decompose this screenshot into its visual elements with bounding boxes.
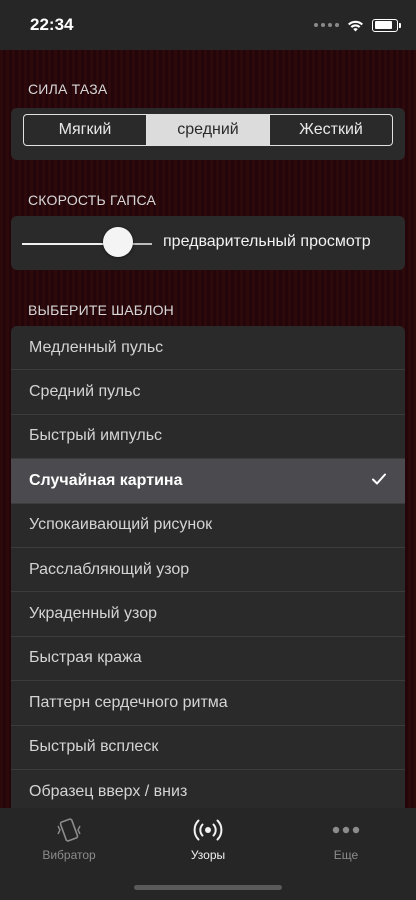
home-indicator xyxy=(134,885,282,890)
tab-vibrator[interactable]: Вибратор xyxy=(0,808,138,868)
pattern-row[interactable]: Средний пульс xyxy=(11,370,405,415)
strength-option-hard[interactable]: Жесткий xyxy=(269,115,392,145)
pattern-label: Украденный узор xyxy=(29,605,157,623)
pattern-row[interactable]: Медленный пульс xyxy=(11,326,405,371)
tab-vibrator-label: Вибратор xyxy=(42,848,96,862)
pattern-label: Случайная картина xyxy=(29,471,183,489)
vibrate-phone-icon xyxy=(57,818,81,842)
status-icons xyxy=(314,15,401,35)
strength-header: СИЛА ТАЗА xyxy=(28,81,108,97)
pattern-row[interactable]: Расслабляющий узор xyxy=(11,548,405,593)
speed-slider-thumb[interactable] xyxy=(103,227,134,257)
speed-header: СКОРОСТЬ ГАПСА xyxy=(28,192,157,208)
pattern-label: Средний пульс xyxy=(29,383,141,401)
pattern-header: ВЫБЕРИТЕ ШАБЛОН xyxy=(28,302,174,318)
strength-option-soft[interactable]: Мягкий xyxy=(24,115,146,145)
cellular-signal-icon xyxy=(314,23,339,27)
pattern-row[interactable]: Образец вверх / вниз xyxy=(11,770,405,808)
strength-segmented-control: Мягкий средний Жесткий xyxy=(23,114,393,146)
pattern-row[interactable]: Случайная картина xyxy=(11,459,405,504)
pattern-label: Быстрая кража xyxy=(29,649,142,667)
pattern-label: Успокаивающий рисунок xyxy=(29,516,213,534)
pattern-list: Медленный пульс Средний пульс Быстрый им… xyxy=(11,326,405,808)
pattern-label: Образец вверх / вниз xyxy=(29,782,188,800)
pattern-label: Быстрый всплеск xyxy=(29,738,159,756)
pattern-row[interactable]: Украденный узор xyxy=(11,592,405,637)
pattern-label: Паттерн сердечного ритма xyxy=(29,693,228,711)
radio-waves-icon xyxy=(193,819,223,841)
more-dots-icon xyxy=(332,826,360,834)
pattern-row[interactable]: Быстрый всплеск xyxy=(11,726,405,770)
pattern-row[interactable]: Быстрая кража xyxy=(11,637,405,682)
tab-more-label: Еще xyxy=(333,848,359,862)
checkmark-icon xyxy=(372,473,386,485)
status-bar: 22:34 xyxy=(0,0,416,50)
strength-option-medium[interactable]: средний xyxy=(146,115,269,145)
pattern-label: Быстрый импульс xyxy=(29,427,163,445)
tab-patterns[interactable]: Узоры xyxy=(139,808,277,868)
tab-more[interactable]: Еще xyxy=(277,808,415,868)
wifi-icon xyxy=(348,20,363,31)
pattern-label: Медленный пульс xyxy=(29,338,164,356)
status-time: 22:34 xyxy=(30,15,74,34)
battery-level xyxy=(374,21,392,29)
tab-bar: Вибратор Узоры Еще xyxy=(0,808,416,900)
pattern-label: Расслабляющий узор xyxy=(29,560,190,578)
pattern-row[interactable]: Успокаивающий рисунок xyxy=(11,504,405,548)
pattern-row[interactable]: Быстрый импульс xyxy=(11,415,405,460)
strength-card: Мягкий средний Жесткий xyxy=(11,108,405,160)
pattern-row[interactable]: Паттерн сердечного ритма xyxy=(11,681,405,726)
battery-icon xyxy=(372,18,401,32)
tab-patterns-label: Узоры xyxy=(190,848,226,862)
speed-card: предварительный просмотр xyxy=(11,216,405,270)
preview-button[interactable]: предварительный просмотр xyxy=(163,233,371,251)
